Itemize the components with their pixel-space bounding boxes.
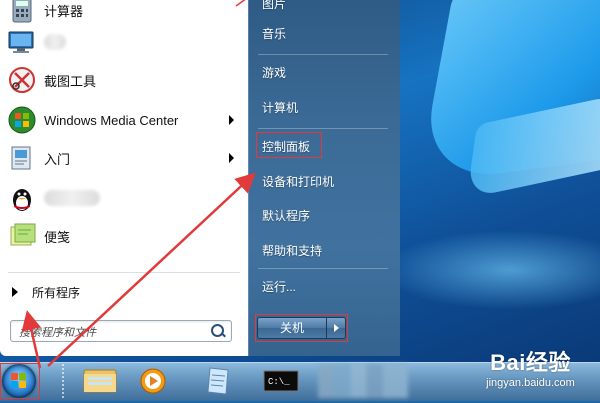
program-label: 截图工具 <box>44 73 97 89</box>
search-input[interactable]: 搜索程序和文件 <box>10 320 232 342</box>
place-item-devices-printers[interactable]: 设备和打印机 <box>256 168 392 194</box>
taskbar-media-player-button[interactable] <box>130 364 176 398</box>
program-item-windows-media-center[interactable]: Windows Media Center <box>4 102 242 138</box>
place-item-help-support[interactable]: 帮助和支持 <box>256 237 392 263</box>
baidu-jingyan-watermark: Bai经验 jingyan.baidu.com <box>463 345 598 400</box>
expand-arrow-icon <box>12 287 18 297</box>
place-item-music[interactable]: 音乐 <box>256 20 392 46</box>
taskbar-command-prompt-button[interactable]: C:\_ <box>260 364 306 398</box>
program-item-remote-desktop[interactable] <box>4 24 242 60</box>
place-label: 帮助和支持 <box>262 243 323 258</box>
taskbar-separator <box>62 364 64 398</box>
notepad-icon <box>207 367 229 395</box>
taskbar-explorer-button[interactable] <box>78 364 124 398</box>
divider <box>8 272 240 273</box>
blurred-label <box>44 34 66 50</box>
start-menu-places-pane: 图片 音乐 游戏 计算机 控制面板 设备和打印机 默认程序 帮助和支持 运行..… <box>248 0 400 356</box>
place-label: 音乐 <box>262 26 287 41</box>
blurred-label <box>44 190 100 206</box>
program-item-sticky-notes[interactable]: 便笺 <box>4 218 242 254</box>
program-item-getting-started[interactable]: 入门 <box>4 140 242 176</box>
program-label: Windows Media Center <box>44 112 179 128</box>
place-label: 设备和打印机 <box>262 174 335 189</box>
program-label: 便笺 <box>44 229 71 245</box>
all-programs-button[interactable]: 所有程序 <box>4 281 242 303</box>
media-player-icon <box>140 368 166 394</box>
submenu-arrow-icon <box>229 115 234 125</box>
start-button-annotation-box <box>0 363 40 399</box>
remote-desktop-icon <box>6 26 38 58</box>
place-item-games[interactable]: 游戏 <box>256 59 392 85</box>
place-item-default-programs[interactable]: 默认程序 <box>256 202 392 228</box>
place-item-run[interactable]: 运行... <box>256 273 392 299</box>
place-item-computer[interactable]: 计算机 <box>256 94 392 120</box>
program-label: 入门 <box>44 151 71 167</box>
taskbar-notepad-button[interactable] <box>196 364 242 398</box>
search-placeholder: 搜索程序和文件 <box>19 327 96 339</box>
place-label: 图片 <box>262 0 287 11</box>
calculator-icon <box>6 0 38 26</box>
sticky-notes-icon <box>6 220 38 252</box>
media-center-icon <box>6 104 38 136</box>
wallpaper-glow <box>380 230 600 310</box>
program-item-qq[interactable] <box>4 180 242 216</box>
place-label: 计算机 <box>262 100 299 115</box>
shutdown-annotation-box <box>255 314 348 342</box>
place-label: 运行... <box>262 279 297 294</box>
explorer-folder-icon <box>83 369 117 393</box>
place-item-pictures[interactable]: 图片 <box>256 0 392 16</box>
place-label: 游戏 <box>262 65 287 80</box>
divider <box>258 268 388 269</box>
program-item-snipping-tool[interactable]: 截图工具 <box>4 62 242 98</box>
start-menu: 计算器 截图工具 Windows Media Center 入门 便笺 所有程序… <box>0 0 400 356</box>
command-prompt-icon: C:\_ <box>263 370 299 392</box>
control-panel-annotation-box <box>256 132 322 158</box>
watermark-logo: Bai经验 <box>490 350 571 375</box>
qq-penguin-icon <box>6 182 38 214</box>
place-label: 默认程序 <box>262 208 311 223</box>
scissors-icon <box>6 64 38 96</box>
watermark-url: jingyan.baidu.com <box>486 377 575 389</box>
search-icon[interactable] <box>211 324 224 337</box>
blurred-taskbar-area <box>318 364 408 398</box>
all-programs-label: 所有程序 <box>32 285 81 300</box>
submenu-arrow-icon <box>229 153 234 163</box>
getting-started-icon <box>6 142 38 174</box>
divider <box>258 128 388 129</box>
program-label: 计算器 <box>44 3 84 19</box>
divider <box>258 54 388 55</box>
cmd-prompt-text: C:\_ <box>268 377 290 387</box>
start-menu-programs-pane: 计算器 截图工具 Windows Media Center 入门 便笺 所有程序… <box>0 0 249 356</box>
